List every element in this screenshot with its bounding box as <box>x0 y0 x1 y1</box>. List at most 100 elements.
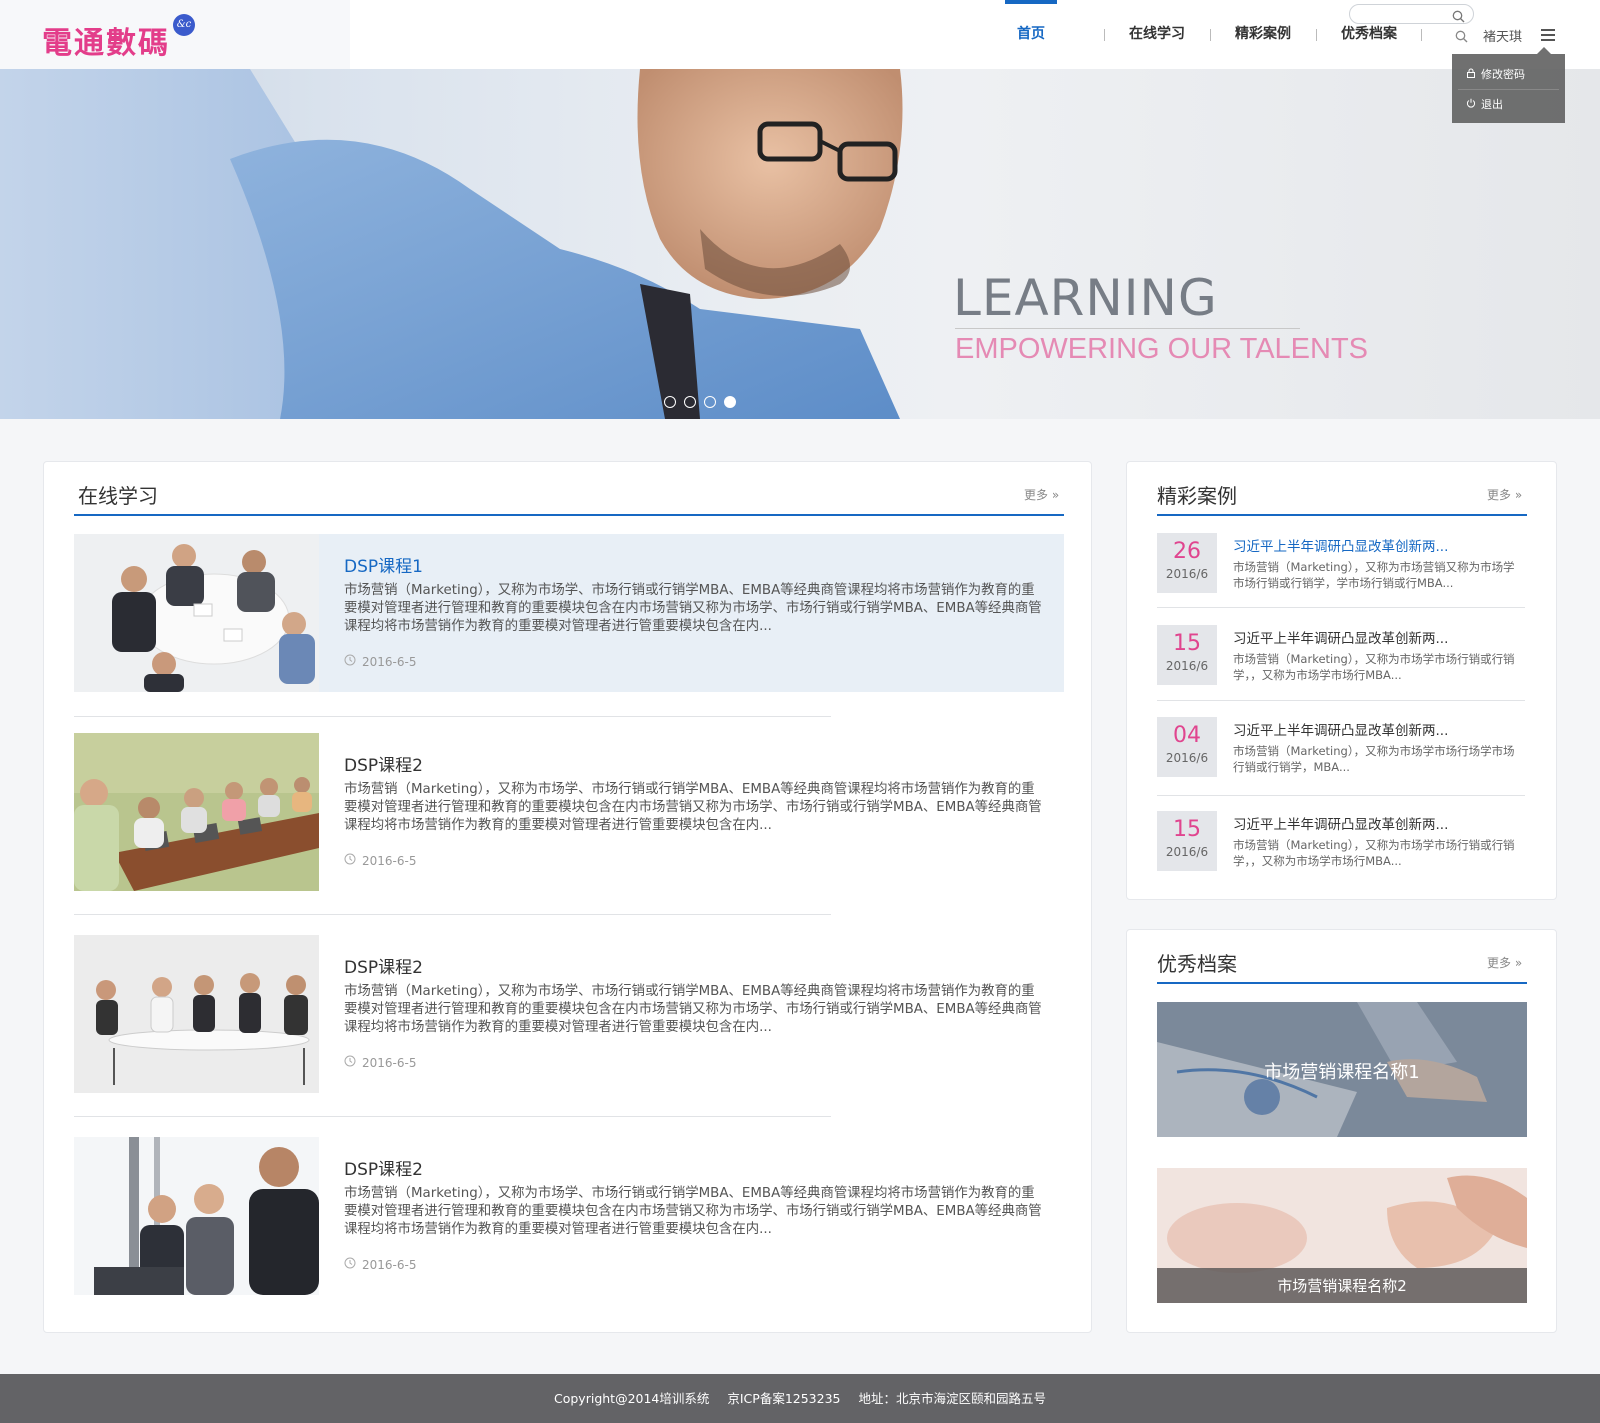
course-description: 市场营销（Marketing），又称为市场学、市场行销或行销学MBA、EMBA等… <box>344 583 1042 634</box>
case-day: 04 <box>1173 723 1201 748</box>
case-item[interactable]: 26 2016/6 习近平上半年调研凸显改革创新两... 市场营销（Market… <box>1157 533 1525 613</box>
archive-card[interactable]: 市场营销课程名称2 <box>1157 1168 1527 1303</box>
slider-dot[interactable] <box>704 396 716 408</box>
section-underline <box>1157 514 1527 516</box>
footer-copyright: Copyright@2014培训系统 <box>554 1391 710 1406</box>
nav-online-learning[interactable]: 在线学习 <box>1127 0 1187 69</box>
search-icon[interactable] <box>1452 8 1465 27</box>
clock-icon <box>344 1257 356 1272</box>
archives-more-link[interactable]: 更多 » <box>1487 954 1522 971</box>
course-thumbnail[interactable] <box>74 733 319 891</box>
case-item[interactable]: 15 2016/6 习近平上半年调研凸显改革创新两... 市场营销（Market… <box>1157 625 1525 705</box>
case-title[interactable]: 习近平上半年调研凸显改革创新两... <box>1233 813 1448 833</box>
footer-address: 地址：北京市海淀区颐和园路五号 <box>858 1391 1046 1406</box>
archive-label: 市场营销课程名称1 <box>1264 1062 1420 1083</box>
list-divider <box>1157 700 1525 701</box>
course-thumbnail[interactable] <box>74 534 319 692</box>
course-description: 市场营销（Marketing），又称为市场学、市场行销或行销学MBA、EMBA等… <box>344 984 1042 1035</box>
logout-item[interactable]: 退出 <box>1466 96 1503 112</box>
cases-title: 精彩案例 <box>1157 484 1237 508</box>
search-input[interactable] <box>1360 7 1450 21</box>
case-day: 15 <box>1173 817 1201 842</box>
course-item[interactable]: DSP课程1 市场营销（Marketing），又称为市场学、市场行销或行销学MB… <box>74 534 1064 692</box>
case-title[interactable]: 习近平上半年调研凸显改革创新两... <box>1233 627 1448 647</box>
banner-photo <box>0 69 903 419</box>
course-date-text: 2016-6-5 <box>362 1055 417 1070</box>
course-date: 2016-6-5 <box>344 654 416 669</box>
power-icon <box>1466 98 1476 111</box>
course-title[interactable]: DSP课程2 <box>344 1155 423 1180</box>
logo-area[interactable]: 電通數碼 &c <box>0 0 350 69</box>
case-item[interactable]: 04 2016/6 习近平上半年调研凸显改革创新两... 市场营销（Market… <box>1157 717 1525 797</box>
case-date-badge: 04 2016/6 <box>1157 717 1217 777</box>
banner-divider <box>955 328 1300 329</box>
change-password-item[interactable]: 修改密码 <box>1466 66 1525 82</box>
section-underline <box>74 514 1064 516</box>
change-password-label: 修改密码 <box>1481 68 1525 81</box>
course-title[interactable]: DSP课程2 <box>344 751 423 776</box>
course-date: 2016-6-5 <box>344 1055 416 1070</box>
footer: Copyright@2014培训系统 京ICP备案1253235 地址：北京市海… <box>0 1374 1600 1423</box>
case-description: 市场营销（Marketing），又称为市场学市场行销或行销学，，又称为市场学市场… <box>1233 838 1515 868</box>
case-month: 2016/6 <box>1165 659 1209 673</box>
course-date: 2016-6-5 <box>344 853 416 868</box>
case-title[interactable]: 习近平上半年调研凸显改革创新两... <box>1233 719 1448 739</box>
case-title[interactable]: 习近平上半年调研凸显改革创新两... <box>1233 535 1448 555</box>
case-day: 15 <box>1173 631 1201 656</box>
case-month: 2016/6 <box>1165 751 1209 765</box>
list-divider <box>74 914 831 915</box>
case-item[interactable]: 15 2016/6 习近平上半年调研凸显改革创新两... 市场营销（Market… <box>1157 811 1525 891</box>
online-learning-title: 在线学习 <box>78 484 158 508</box>
case-description: 市场营销（Marketing），又称为市场学市场行场学市场行销或行销学，MBA.… <box>1233 744 1515 774</box>
search-box <box>1349 4 1474 24</box>
clock-icon <box>344 654 356 669</box>
list-divider <box>1157 607 1525 608</box>
course-date-text: 2016-6-5 <box>362 654 417 669</box>
course-title[interactable]: DSP课程1 <box>344 552 423 577</box>
archives-title: 优秀档案 <box>1157 952 1237 976</box>
course-thumbnail[interactable] <box>74 935 319 1093</box>
hamburger-menu-icon[interactable] <box>1541 29 1555 41</box>
archive-card[interactable]: 市场营销课程名称1 <box>1157 1002 1527 1137</box>
footer-icp: 京ICP备案1253235 <box>727 1391 841 1406</box>
course-description: 市场营销（Marketing），又称为市场学、市场行销或行销学MBA、EMBA等… <box>344 1186 1042 1237</box>
logo[interactable]: 電通數碼 <box>42 18 170 62</box>
list-divider <box>74 1116 831 1117</box>
top-header: 電通數碼 &c 首页 在线学习 精彩案例 优秀档案 褚天琪 <box>0 0 1600 69</box>
case-description: 市场营销（Marketing），又称为市场营销又称为市场学市场行销或行销学，学市… <box>1233 560 1515 590</box>
case-day: 26 <box>1173 539 1201 564</box>
clock-icon <box>344 1055 356 1070</box>
nav-home[interactable]: 首页 <box>1005 0 1057 69</box>
search-icon[interactable] <box>1455 28 1468 47</box>
case-date-badge: 15 2016/6 <box>1157 811 1217 871</box>
online-learning-more-link[interactable]: 更多 » <box>1024 486 1059 503</box>
cases-more-link[interactable]: 更多 » <box>1487 486 1522 503</box>
slider-dot-active[interactable] <box>724 396 736 408</box>
course-item[interactable]: DSP课程2 市场营销（Marketing），又称为市场学、市场行销或行销学MB… <box>74 733 1064 891</box>
course-item[interactable]: DSP课程2 市场营销（Marketing），又称为市场学、市场行销或行销学MB… <box>74 1137 1064 1295</box>
user-name[interactable]: 褚天琪 <box>1483 26 1522 45</box>
slider-dot[interactable] <box>664 396 676 408</box>
archive-label: 市场营销课程名称2 <box>1277 1277 1407 1295</box>
slider-dot[interactable] <box>684 396 696 408</box>
course-thumbnail[interactable] <box>74 1137 319 1295</box>
course-item[interactable]: DSP课程2 市场营销（Marketing），又称为市场学、市场行销或行销学MB… <box>74 935 1064 1093</box>
course-description: 市场营销（Marketing），又称为市场学、市场行销或行销学MBA、EMBA等… <box>344 782 1042 833</box>
nav-cases[interactable]: 精彩案例 <box>1233 0 1293 69</box>
hero-banner: LEARNING EMPOWERING OUR TALENTS <box>0 69 1600 419</box>
logo-badge: &c <box>173 14 195 36</box>
case-month: 2016/6 <box>1165 567 1209 581</box>
course-date-text: 2016-6-5 <box>362 1257 417 1272</box>
course-title[interactable]: DSP课程2 <box>344 953 423 978</box>
slider-dots <box>664 396 736 408</box>
dropdown-divider <box>1458 89 1559 90</box>
clock-icon <box>344 853 356 868</box>
logout-label: 退出 <box>1481 98 1503 111</box>
lock-icon <box>1466 68 1476 81</box>
section-underline <box>1157 982 1527 984</box>
banner-subtitle: EMPOWERING OUR TALENTS <box>955 333 1369 365</box>
banner-title: LEARNING <box>953 269 1218 327</box>
list-divider <box>1157 795 1525 796</box>
nav-divider <box>1421 29 1422 41</box>
case-date-badge: 26 2016/6 <box>1157 533 1217 593</box>
